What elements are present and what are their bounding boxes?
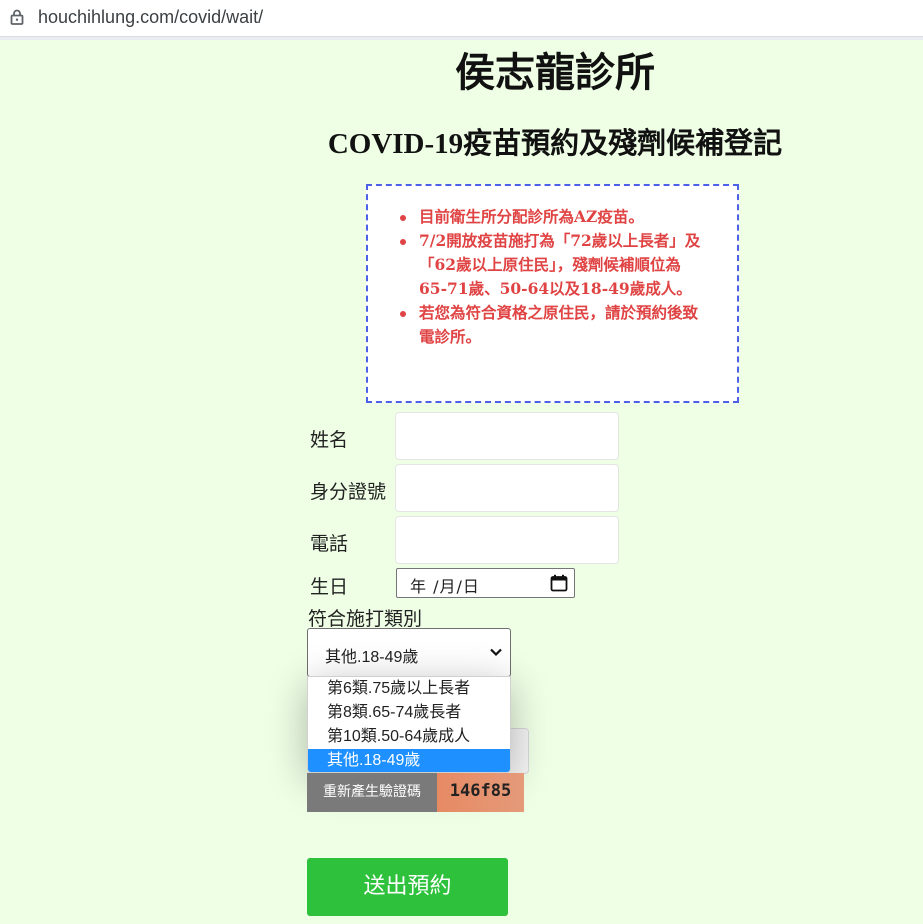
- category-dropdown-list: 第6類.75歲以上長者 第8類.65-74歲長者 第10類.50-64歲成人 其…: [307, 676, 511, 773]
- id-number-label: 身分證號: [310, 481, 387, 503]
- name-field[interactable]: [395, 412, 619, 460]
- notice-item: 若您為符合資格之原住民，請於預約後致電診所。: [368, 301, 737, 349]
- birthday-label: 生日: [310, 576, 349, 598]
- captcha-image: 146f85: [437, 773, 524, 812]
- lock-icon: [10, 9, 24, 25]
- category-option[interactable]: 第10類.50-64歲成人: [308, 725, 510, 749]
- notice-item: 目前衛生所分配診所為AZ疫苗。: [368, 205, 737, 229]
- browser-address-bar[interactable]: houchihlung.com/covid/wait/: [0, 0, 923, 37]
- notice-list: 目前衛生所分配診所為AZ疫苗。 7/2開放疫苗施打為「72歲以上長者」及「62歲…: [368, 205, 737, 349]
- clinic-name: 侯志龍診所: [455, 50, 655, 96]
- notice-box: 目前衛生所分配診所為AZ疫苗。 7/2開放疫苗施打為「72歲以上長者」及「62歲…: [366, 184, 739, 403]
- captcha-input-edge[interactable]: [511, 728, 529, 774]
- url-text[interactable]: houchihlung.com/covid/wait/: [38, 7, 263, 28]
- birthday-date-input[interactable]: 年 /月/日: [396, 568, 575, 598]
- notice-item: 7/2開放疫苗施打為「72歲以上長者」及「62歲以上原住民」，殘劑候補順位為65…: [368, 229, 737, 301]
- submit-button[interactable]: 送出預約: [307, 858, 508, 916]
- id-number-field[interactable]: [395, 464, 619, 512]
- regenerate-captcha-button[interactable]: 重新產生驗證碼: [307, 773, 437, 812]
- name-label: 姓名: [310, 429, 349, 451]
- category-label: 符合施打類別: [308, 608, 423, 630]
- category-option-selected[interactable]: 其他.18-49歲: [308, 749, 510, 772]
- phone-label: 電話: [310, 533, 349, 555]
- category-option[interactable]: 第8類.65-74歲長者: [308, 701, 510, 725]
- category-selected-value: 其他.18-49歲: [325, 649, 419, 666]
- calendar-icon[interactable]: [550, 574, 568, 592]
- page-title: COVID-19疫苗預約及殘劑候補登記: [327, 128, 783, 160]
- chevron-down-icon: [490, 648, 502, 657]
- phone-field[interactable]: [395, 516, 619, 564]
- category-select[interactable]: 其他.18-49歲: [307, 628, 511, 677]
- birthday-placeholder: 年 /月/日: [410, 577, 480, 596]
- category-option[interactable]: 第6類.75歲以上長者: [308, 677, 510, 701]
